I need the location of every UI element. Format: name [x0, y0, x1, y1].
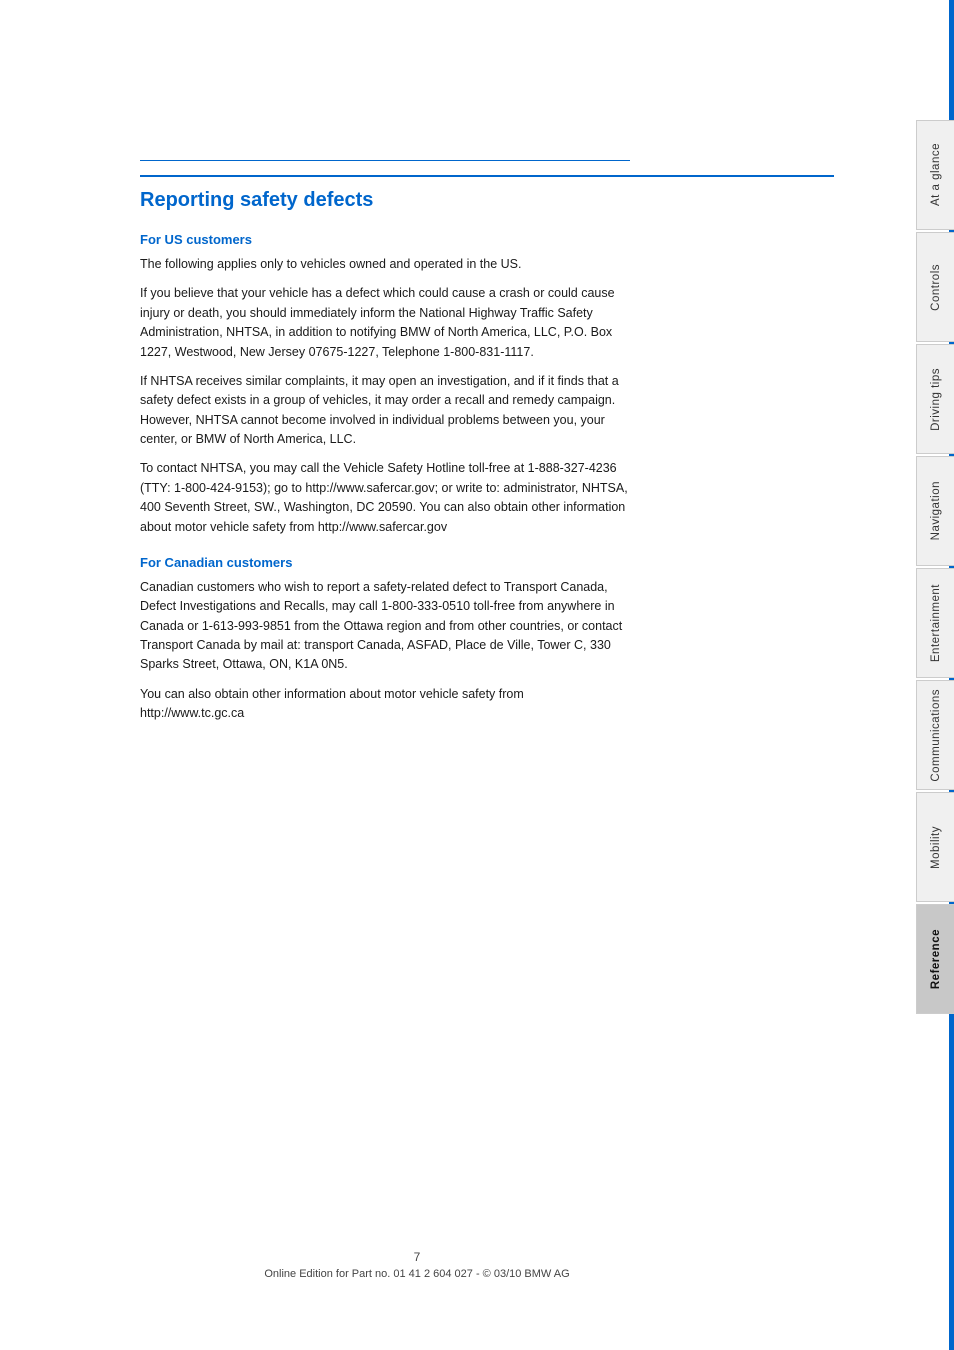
sidebar-tab-mobility[interactable]: Mobility — [916, 792, 954, 902]
sidebar-tab-label-communications: Communications — [930, 689, 942, 782]
sidebar-tabs-wrapper: At a glance Controls Driving tips Navigatio… — [916, 0, 954, 1350]
section-divider — [140, 160, 630, 161]
page-section-title: Reporting safety defects — [140, 175, 834, 212]
sidebar-tab-label-reference: Reference — [930, 929, 942, 989]
sidebar: At a glance Controls Driving tips Navigatio… — [894, 0, 954, 1350]
sidebar-tab-controls[interactable]: Controls — [916, 232, 954, 342]
sidebar-tab-label-controls: Controls — [930, 264, 942, 311]
page-number: 7 — [0, 1250, 834, 1264]
sidebar-tab-navigation[interactable]: Navigation — [916, 456, 954, 566]
us-customers-subtitle: For US customers — [140, 232, 834, 247]
main-content: Reporting safety defects For US customer… — [0, 0, 894, 1350]
page-footer: 7 Online Edition for Part no. 01 41 2 60… — [0, 1250, 834, 1280]
canadian-para-2: You can also obtain other information ab… — [140, 685, 630, 724]
sidebar-tab-entertainment[interactable]: Entertainment — [916, 568, 954, 678]
sidebar-tab-communications[interactable]: Communications — [916, 680, 954, 790]
sidebar-tab-driving-tips[interactable]: Driving tips — [916, 344, 954, 454]
canadian-customers-subtitle: For Canadian customers — [140, 555, 834, 570]
footer-text: Online Edition for Part no. 01 41 2 604 … — [0, 1268, 834, 1280]
sidebar-tab-label-at-a-glance: At a glance — [930, 143, 942, 206]
sidebar-tab-label-navigation: Navigation — [930, 481, 942, 540]
sidebar-tab-at-a-glance[interactable]: At a glance — [916, 120, 954, 230]
us-para-3: If NHTSA receives similar complaints, it… — [140, 372, 630, 450]
page-container: Reporting safety defects For US customer… — [0, 0, 954, 1350]
sidebar-tab-label-mobility: Mobility — [930, 826, 942, 869]
us-para-2: If you believe that your vehicle has a d… — [140, 284, 630, 362]
us-para-1: The following applies only to vehicles o… — [140, 255, 630, 274]
sidebar-tab-label-entertainment: Entertainment — [930, 584, 942, 662]
us-para-4: To contact NHTSA, you may call the Vehic… — [140, 459, 630, 537]
sidebar-tab-reference[interactable]: Reference — [916, 904, 954, 1014]
canadian-para-1: Canadian customers who wish to report a … — [140, 578, 630, 675]
sidebar-tab-label-driving-tips: Driving tips — [930, 368, 942, 431]
